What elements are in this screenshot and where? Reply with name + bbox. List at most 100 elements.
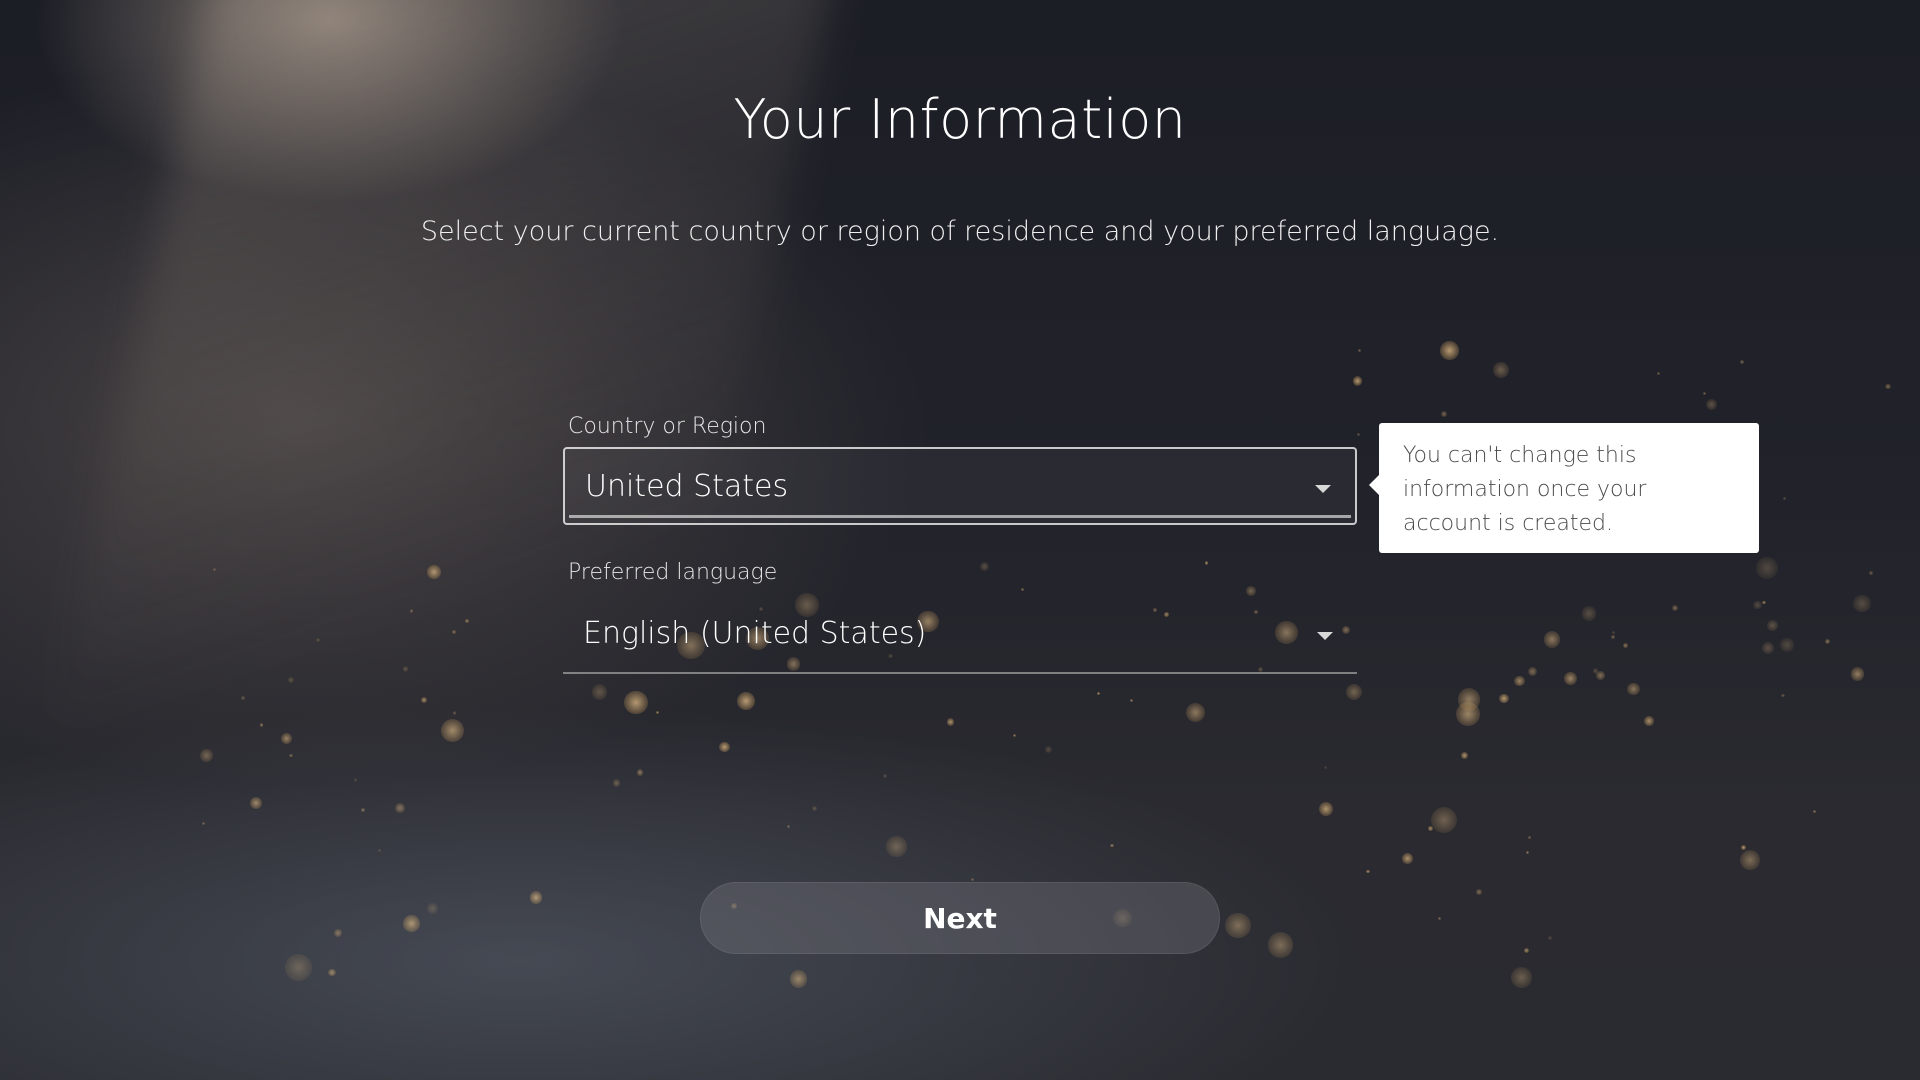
- bokeh-particle: [249, 796, 263, 809]
- bokeh-particle: [1656, 372, 1661, 376]
- bokeh-particle: [612, 779, 621, 787]
- info-tooltip: You can't change this information once y…: [1369, 423, 1759, 553]
- bokeh-particle: [1440, 410, 1447, 418]
- bokeh-particle: [979, 561, 989, 571]
- bokeh-particle: [1766, 619, 1779, 632]
- bokeh-particle: [420, 696, 428, 703]
- bokeh-particle: [1853, 594, 1871, 613]
- bokeh-particle: [1548, 936, 1552, 940]
- bokeh-particle: [1705, 398, 1717, 410]
- bokeh-particle: [624, 690, 648, 715]
- bokeh-particle: [883, 774, 888, 779]
- bokeh-particle: [1357, 433, 1361, 437]
- bokeh-particle: [402, 666, 409, 673]
- bokeh-particle: [1357, 348, 1361, 353]
- bokeh-particle: [1611, 634, 1616, 639]
- bokeh-particle: [452, 711, 457, 715]
- bokeh-particle: [1528, 667, 1538, 677]
- bokeh-particle: [1581, 606, 1597, 621]
- bokeh-particle: [1428, 826, 1433, 831]
- bokeh-particle: [1671, 604, 1678, 612]
- bokeh-particle: [1526, 851, 1530, 855]
- bokeh-particle: [1323, 766, 1327, 770]
- bokeh-particle: [395, 803, 406, 814]
- bokeh-particle: [1513, 675, 1525, 687]
- bokeh-particle: [1498, 693, 1509, 704]
- bokeh-particle: [1129, 698, 1134, 702]
- bokeh-particle: [1611, 630, 1615, 634]
- country-field-label: Country or Region: [568, 414, 767, 439]
- bokeh-particle: [1457, 688, 1481, 711]
- bokeh-particle: [440, 718, 464, 743]
- bokeh-particle: [1225, 912, 1251, 939]
- bokeh-particle: [1110, 844, 1114, 848]
- next-button[interactable]: Next: [700, 882, 1220, 954]
- bokeh-particle: [1644, 716, 1654, 726]
- bokeh-particle: [886, 836, 907, 857]
- bokeh-particle: [1596, 671, 1605, 680]
- bokeh-particle: [213, 567, 217, 571]
- language-field-label: Preferred language: [568, 560, 778, 585]
- bokeh-particle: [655, 710, 659, 714]
- bokeh-particle: [1044, 746, 1053, 754]
- bokeh-particle: [201, 822, 205, 826]
- bokeh-particle: [811, 806, 817, 812]
- bokeh-particle: [1246, 586, 1256, 596]
- bokeh-particle: [1345, 684, 1362, 701]
- bokeh-particle: [353, 778, 358, 782]
- country-select-value: United States: [585, 469, 789, 504]
- bokeh-particle: [240, 695, 246, 701]
- bokeh-particle: [1021, 587, 1025, 591]
- bokeh-particle: [1627, 682, 1640, 695]
- bokeh-particle: [1460, 751, 1469, 759]
- bokeh-particle: [1824, 639, 1830, 645]
- bokeh-particle: [285, 954, 312, 982]
- bokeh-particle: [1438, 917, 1442, 921]
- chevron-down-icon: [1317, 632, 1333, 640]
- bokeh-particle: [1783, 496, 1787, 500]
- bokeh-particle: [1762, 642, 1774, 655]
- bokeh-particle: [1740, 844, 1747, 851]
- bokeh-particle: [1564, 672, 1578, 686]
- bokeh-particle: [1476, 888, 1483, 895]
- bokeh-particle: [1753, 600, 1762, 610]
- bokeh-particle: [736, 692, 755, 710]
- bokeh-particle: [1755, 556, 1779, 580]
- bokeh-particle: [1440, 341, 1459, 360]
- bokeh-particle: [281, 733, 293, 745]
- bokeh-particle: [530, 891, 543, 904]
- bokeh-particle: [1430, 807, 1458, 834]
- bokeh-particle: [1366, 869, 1370, 874]
- bokeh-particle: [1510, 966, 1533, 989]
- country-select-underline: [569, 515, 1351, 518]
- page-title: Your Information: [733, 88, 1187, 151]
- bokeh-particle: [1012, 734, 1016, 738]
- bokeh-particle: [947, 718, 955, 726]
- bokeh-particle: [259, 723, 263, 727]
- bokeh-particle: [1318, 801, 1333, 816]
- bokeh-particle: [1592, 668, 1599, 674]
- bokeh-particle: [1869, 571, 1874, 576]
- bokeh-particle: [1524, 948, 1530, 954]
- bokeh-particle: [1097, 692, 1101, 696]
- bokeh-particle: [970, 877, 974, 881]
- country-region-select[interactable]: United States: [563, 447, 1357, 525]
- bokeh-particle: [1456, 701, 1480, 726]
- bokeh-particle: [452, 630, 456, 634]
- bokeh-particle: [402, 914, 420, 932]
- bokeh-particle: [1528, 836, 1532, 840]
- bokeh-particle: [1544, 631, 1561, 648]
- bokeh-particle: [427, 902, 438, 914]
- bokeh-particle: [328, 968, 336, 976]
- bokeh-particle: [1352, 376, 1363, 387]
- bokeh-particle: [333, 929, 342, 938]
- language-select-value: English (United States): [583, 616, 927, 651]
- preferred-language-select[interactable]: English (United States): [563, 596, 1357, 674]
- bokeh-particle: [789, 970, 807, 988]
- bokeh-particle: [1885, 383, 1891, 390]
- bokeh-particle: [200, 749, 213, 763]
- chevron-down-icon: [1315, 485, 1331, 493]
- bokeh-particle: [636, 768, 644, 776]
- page-subtitle: Select your current country or region of…: [420, 216, 1500, 247]
- bokeh-particle: [288, 677, 295, 684]
